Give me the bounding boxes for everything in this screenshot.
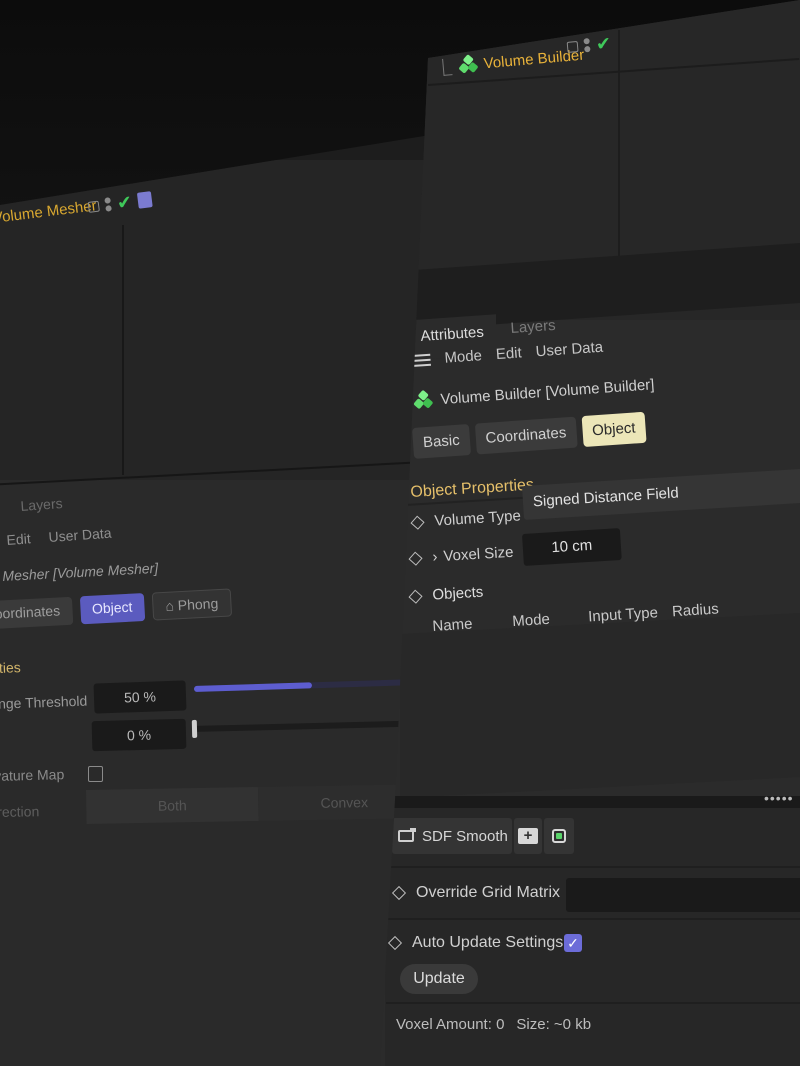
add-folder-button[interactable]: +	[514, 818, 542, 854]
tab-coordinates[interactable]: Coordinates	[474, 416, 578, 455]
divider-3	[386, 1002, 800, 1004]
direction-label: irection	[0, 803, 40, 820]
objects-row: Objects	[408, 583, 484, 605]
builder-object-tabs: Basic Coordinates Object	[412, 411, 647, 459]
tab-layers[interactable]: Layers	[510, 317, 556, 337]
divider-1	[390, 866, 800, 868]
menu-mode[interactable]: Mode	[444, 347, 483, 367]
tab-phong[interactable]: ⌂ Phong	[151, 588, 232, 621]
builder-object-row: Volume Builder [Volume Builder]	[413, 375, 655, 410]
voxel-size-row: › Voxel Size	[408, 543, 514, 567]
volume-type-label: Volume Type	[433, 507, 522, 530]
visibility-dots-icon[interactable]	[104, 197, 112, 212]
menu-edit[interactable]: Edit	[495, 344, 522, 363]
tab-object[interactable]: Object	[79, 592, 146, 625]
mesher-layers-tab[interactable]: Layers	[20, 495, 63, 514]
size-readout: Size: ~0 kb	[516, 1016, 592, 1033]
auto-update-row: Auto Update Settings	[387, 934, 564, 952]
edit-box-icon[interactable]	[566, 40, 579, 53]
volume-type-row: Volume Type	[410, 507, 522, 531]
voxel-amount: Voxel Amount: 0	[396, 1016, 505, 1033]
edit-box-icon[interactable]	[87, 200, 100, 213]
override-grid-label: Override Grid Matrix	[416, 884, 561, 901]
curvature-label: vature Map	[0, 766, 65, 784]
volume-type-dropdown[interactable]: Signed Distance Field	[522, 467, 800, 520]
voxel-size-label: Voxel Size	[442, 543, 514, 565]
mesher-section-title: rties	[0, 659, 21, 676]
tab-coordinates[interactable]: Coordinates	[0, 596, 73, 630]
second-field[interactable]: 0 %	[91, 718, 187, 752]
keyframe-diamond-icon[interactable]	[408, 589, 423, 604]
check-icon[interactable]: ✔	[595, 33, 612, 54]
check-icon[interactable]: ✔	[116, 192, 133, 214]
sdf-smooth-item[interactable]: SDF Smooth	[392, 818, 512, 854]
objects-label: Objects	[431, 583, 484, 604]
auto-update-checkbox[interactable]: ✓	[564, 934, 582, 952]
keyframe-diamond-icon[interactable]	[391, 885, 407, 901]
direction-segmented: Both Convex	[86, 783, 430, 824]
mesher-split-line	[122, 225, 124, 475]
threshold-field[interactable]: 50 %	[93, 680, 187, 714]
update-button[interactable]: Update	[400, 964, 478, 994]
hierarchy-bracket	[442, 57, 453, 76]
builder-object-name: Volume Builder [Volume Builder]	[439, 375, 655, 408]
auto-update-label: Auto Update Settings	[412, 934, 564, 951]
keyframe-diamond-icon[interactable]	[387, 935, 403, 951]
visibility-dots-icon[interactable]	[583, 38, 590, 52]
cubes-icon	[413, 389, 434, 410]
objects-list[interactable]	[400, 612, 800, 798]
tab-object[interactable]: Object	[581, 411, 647, 448]
menu-edit[interactable]: Edit	[6, 530, 31, 548]
curvature-checkbox[interactable]	[88, 766, 103, 782]
chip-button[interactable]	[544, 818, 574, 854]
tab-basic[interactable]: Basic	[412, 424, 471, 459]
stage: Volume Mesher ✔ Layers Edit User Data Me…	[0, 0, 800, 1066]
override-grid-field[interactable]	[566, 878, 800, 912]
filter-icon	[398, 828, 416, 842]
builder-header-icons: ✔	[566, 33, 612, 54]
override-grid-row: Override Grid Matrix	[391, 884, 561, 902]
chip-icon	[552, 829, 566, 843]
status-line: Voxel Amount: 0 Size: ~0 kb	[396, 1016, 591, 1033]
tab-phong-label: Phong	[177, 595, 219, 614]
slider-knob[interactable]	[191, 719, 198, 738]
tag-icon[interactable]	[136, 191, 153, 209]
folder-plus-icon: +	[518, 828, 538, 844]
keyframe-diamond-icon[interactable]	[408, 551, 423, 566]
voxel-size-field[interactable]: 10 cm	[522, 528, 622, 566]
hamburger-icon[interactable]	[412, 352, 431, 367]
panel-splitter[interactable]	[392, 796, 800, 808]
direction-both[interactable]: Both	[86, 786, 259, 824]
menu-user-data[interactable]: User Data	[535, 339, 604, 361]
sdf-smooth-label: SDF Smooth	[422, 827, 508, 845]
divider-2	[388, 918, 800, 920]
resize-handle[interactable]: •••••	[764, 790, 794, 806]
cubes-icon	[458, 54, 479, 75]
chevron-right-icon[interactable]: ›	[432, 548, 438, 565]
keyframe-diamond-icon[interactable]	[410, 515, 425, 530]
